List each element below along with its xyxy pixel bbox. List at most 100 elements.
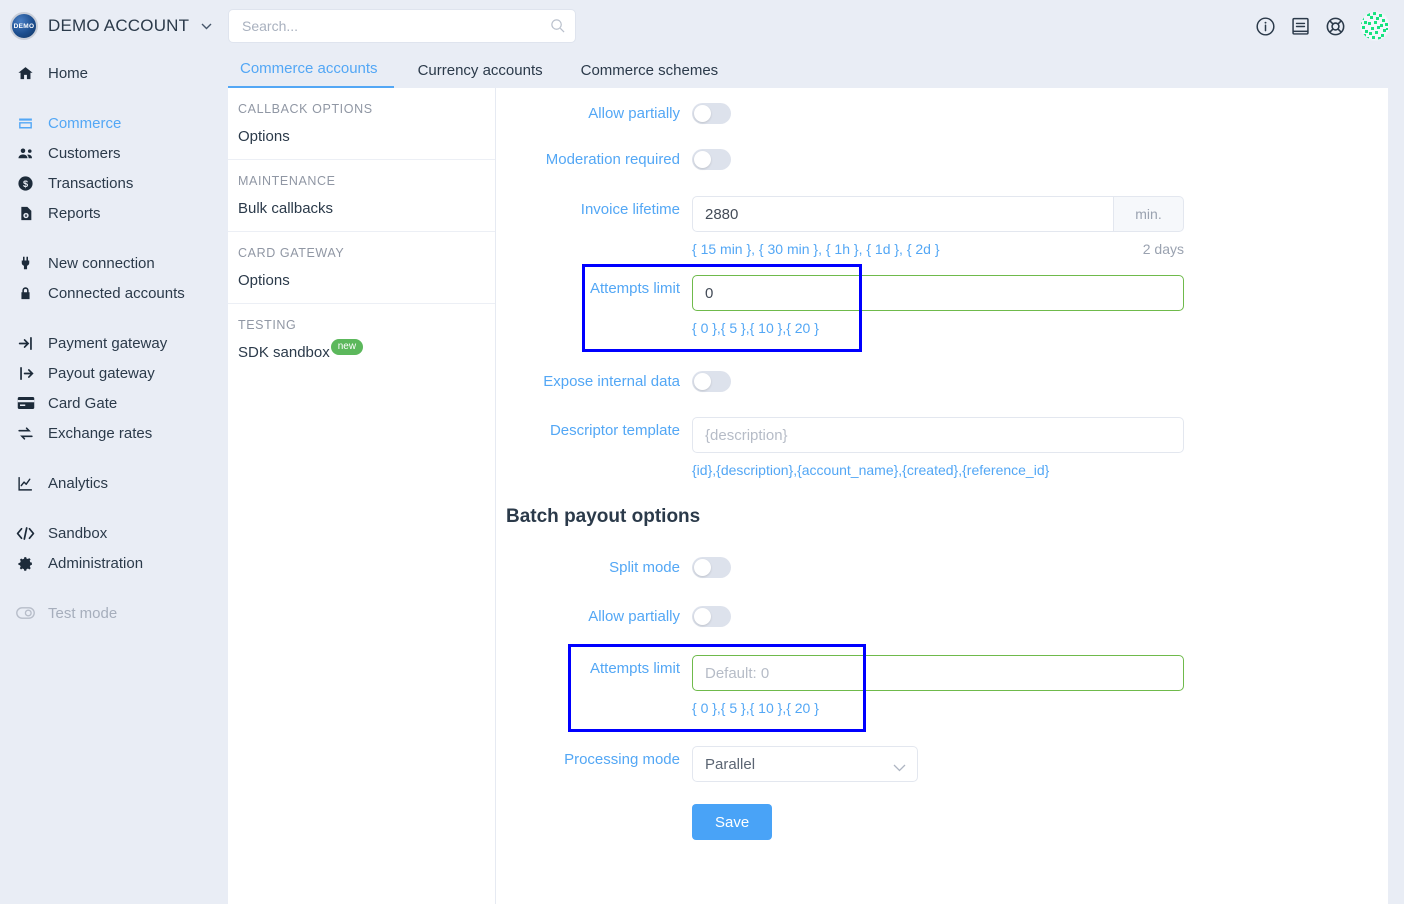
sub-link-callback-options[interactable]: Options — [228, 124, 495, 151]
field-row-processing-mode: Processing mode Parallel — [496, 746, 1388, 782]
sidebar-item-card-gate[interactable]: Card Gate — [0, 388, 228, 418]
field-row-expose-internal-data: Expose internal data — [496, 368, 1388, 392]
descriptor-template-control: {id},{description},{account_name},{creat… — [692, 417, 1388, 478]
sub-link-label: Options — [238, 272, 290, 289]
gear-icon — [16, 554, 35, 573]
sidebar-nav: Home Commerce Customers $ Transactions R — [0, 52, 228, 904]
avatar[interactable] — [1360, 11, 1390, 41]
attempts-limit-label: Attempts limit — [589, 280, 680, 297]
field-row-batch-allow-partially: Allow partially — [496, 603, 1388, 627]
attempts-limit-control: { 0 },{ 5 },{ 10 },{ 20 } — [692, 275, 1388, 336]
sidebar-item-commerce[interactable]: Commerce — [0, 108, 228, 138]
toggle-icon — [16, 604, 35, 623]
sidebar-item-home[interactable]: Home — [0, 58, 228, 88]
sidebar-item-sandbox[interactable]: Sandbox — [0, 518, 228, 548]
sub-link-sdk-sandbox[interactable]: SDK sandbox new — [228, 339, 495, 367]
search-input[interactable] — [228, 9, 576, 43]
invoice-lifetime-hints: { 15 min }, { 30 min }, { 1h }, { 1d }, … — [692, 241, 1184, 257]
home-icon — [16, 64, 35, 83]
info-icon[interactable] — [1255, 16, 1276, 37]
split-mode-control — [692, 554, 1388, 578]
field-row-moderation-required: Moderation required — [496, 146, 1388, 170]
field-row-batch-attempts-limit: Attempts limit { 0 },{ 5 },{ 10 },{ 20 } — [496, 644, 1388, 732]
invoice-lifetime-unit: min. — [1114, 196, 1184, 232]
code-icon — [16, 524, 35, 543]
moderation-required-toggle[interactable] — [692, 149, 731, 170]
docs-icon[interactable] — [1290, 16, 1311, 37]
allow-partially-toggle[interactable] — [692, 103, 731, 124]
brand-account-switcher[interactable]: DEMO DEMO ACCOUNT — [0, 12, 228, 40]
moderation-required-label: Moderation required — [545, 151, 680, 168]
batch-allow-partially-toggle[interactable] — [692, 606, 731, 627]
batch-attempts-limit-control: { 0 },{ 5 },{ 10 },{ 20 } — [692, 655, 1388, 716]
batch-allow-partially-control — [692, 603, 1388, 627]
sidebar-item-label: New connection — [48, 254, 155, 272]
sidebar-item-label: Customers — [48, 144, 121, 162]
chevron-down-icon[interactable] — [201, 19, 212, 33]
lock-icon — [16, 284, 35, 303]
sidebar-item-test-mode[interactable]: Test mode — [0, 598, 228, 628]
sidebar-item-label: Home — [48, 64, 89, 82]
settings-form: Allow partially Moderation required Invo… — [496, 88, 1388, 840]
batch-attempts-limit-presets[interactable]: { 0 },{ 5 },{ 10 },{ 20 } — [692, 700, 1184, 716]
invoice-lifetime-input[interactable] — [692, 196, 1114, 232]
field-row-allow-partially: Allow partially — [496, 100, 1388, 124]
sidebar-item-payout-gateway[interactable]: Payout gateway — [0, 358, 228, 388]
allow-partially-control — [692, 100, 1388, 124]
card-icon — [16, 394, 35, 413]
sidebar-item-reports[interactable]: Reports — [0, 198, 228, 228]
processing-mode-label: Processing mode — [564, 751, 680, 768]
field-row-save: Save — [496, 804, 1388, 840]
sidebar-item-customers[interactable]: Customers — [0, 138, 228, 168]
sub-group-card-gateway: CARD GATEWAY Options — [228, 232, 495, 304]
support-icon[interactable] — [1325, 16, 1346, 37]
search-icon[interactable] — [550, 18, 565, 33]
batch-allow-partially-label: Allow partially — [588, 608, 680, 625]
split-mode-toggle[interactable] — [692, 557, 731, 578]
attempts-limit-presets[interactable]: { 0 },{ 5 },{ 10 },{ 20 } — [692, 320, 1184, 336]
invoice-lifetime-input-group: min. — [692, 196, 1184, 232]
sub-group-title: CALLBACK OPTIONS — [238, 102, 373, 116]
field-row-attempts-limit: Attempts limit { 0 },{ 5 },{ 10 },{ 20 } — [496, 264, 1388, 352]
processing-mode-value: Parallel — [705, 755, 756, 773]
sidebar-item-label: Card Gate — [48, 394, 118, 412]
save-spacer — [496, 804, 692, 809]
sidebar-item-transactions[interactable]: $ Transactions — [0, 168, 228, 198]
descriptor-template-input[interactable] — [692, 417, 1184, 453]
sub-group-title: MAINTENANCE — [238, 174, 336, 188]
sub-group-callback-options: CALLBACK OPTIONS Options — [228, 88, 495, 160]
sidebar-item-exchange-rates[interactable]: Exchange rates — [0, 418, 228, 448]
sidebar-item-label: Administration — [48, 554, 144, 572]
expose-internal-data-toggle[interactable] — [692, 371, 731, 392]
sidebar-item-analytics[interactable]: Analytics — [0, 468, 228, 498]
sidebar-item-label: Transactions — [48, 174, 134, 192]
save-button[interactable]: Save — [692, 804, 773, 840]
sidebar-item-connected-accounts[interactable]: Connected accounts — [0, 278, 228, 308]
sidebar-item-label: Connected accounts — [48, 284, 185, 302]
save-control: Save — [692, 804, 1388, 840]
sub-link-card-gateway-options[interactable]: Options — [228, 268, 495, 295]
users-icon — [16, 144, 35, 163]
sub-group-title: TESTING — [238, 318, 297, 332]
invoice-lifetime-presets[interactable]: { 15 min }, { 30 min }, { 1h }, { 1d }, … — [692, 241, 940, 257]
account-name: DEMO ACCOUNT — [48, 16, 190, 35]
processing-mode-select[interactable]: Parallel — [692, 746, 918, 782]
batch-attempts-limit-input[interactable] — [692, 655, 1184, 691]
attempts-limit-input[interactable] — [692, 275, 1184, 311]
sidebar-item-label: Test mode — [48, 604, 118, 622]
sidebar-item-new-connection[interactable]: New connection — [0, 248, 228, 278]
signin-icon — [16, 334, 35, 353]
sidebar-item-label: Sandbox — [48, 524, 108, 542]
sidebar-item-label: Analytics — [48, 474, 109, 492]
sub-link-bulk-callbacks[interactable]: Bulk callbacks — [228, 196, 495, 223]
split-mode-label: Split mode — [609, 559, 680, 576]
expose-internal-data-label: Expose internal data — [543, 373, 680, 390]
new-badge: new — [330, 339, 364, 355]
descriptor-template-tokens[interactable]: {id},{description},{account_name},{creat… — [692, 462, 1184, 478]
sidebar-item-administration[interactable]: Administration — [0, 548, 228, 578]
allow-partially-label: Allow partially — [588, 105, 680, 122]
sidebar-item-payment-gateway[interactable]: Payment gateway — [0, 328, 228, 358]
